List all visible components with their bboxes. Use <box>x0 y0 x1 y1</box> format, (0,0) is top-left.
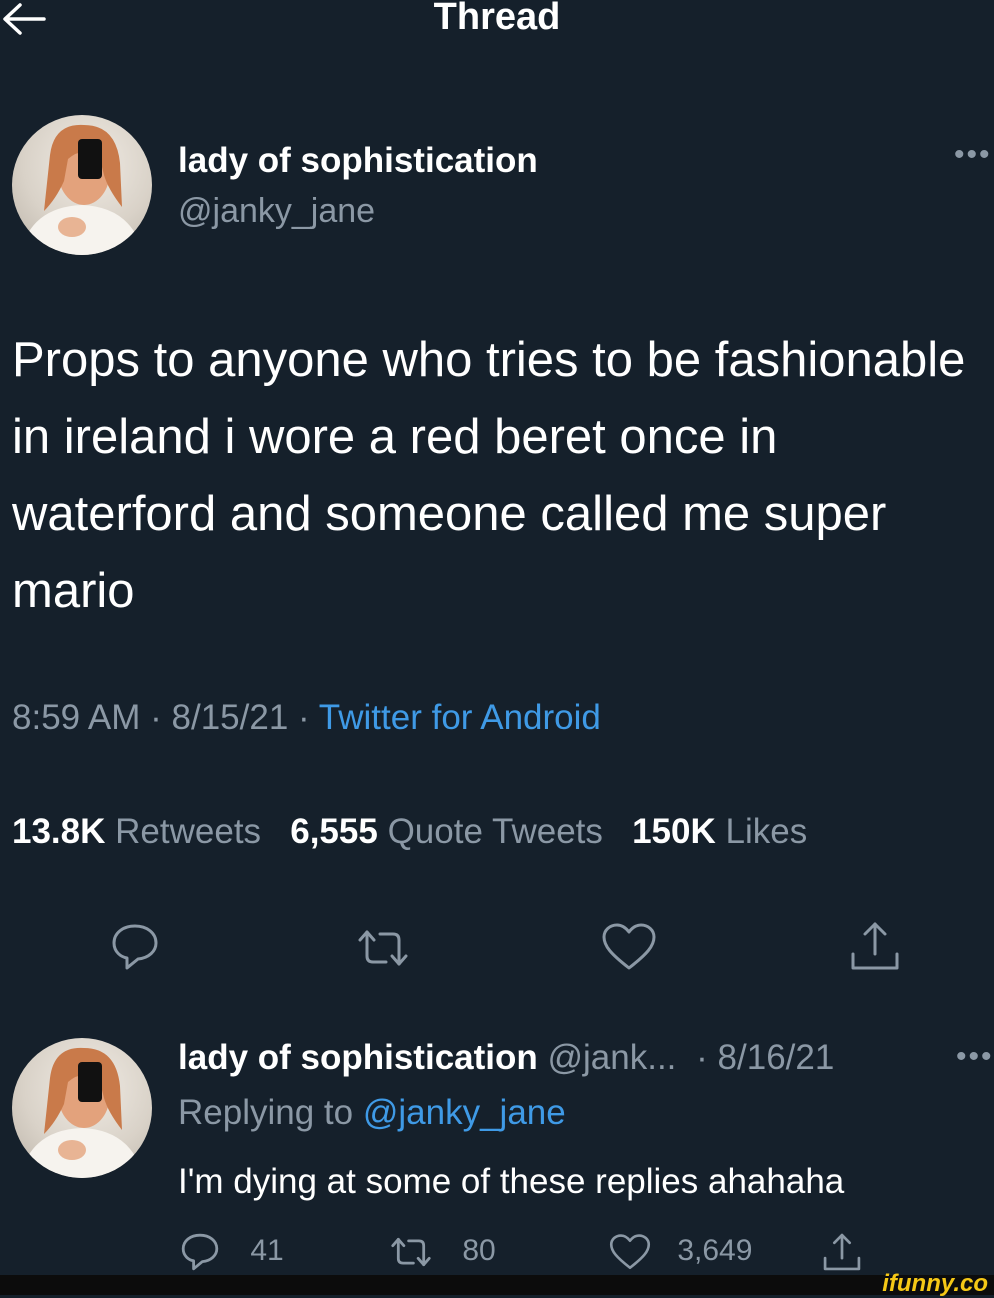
reply-icon <box>112 924 158 970</box>
separator: · <box>140 698 172 737</box>
share-icon <box>851 922 899 970</box>
author-name[interactable]: lady of sophistication <box>178 141 538 181</box>
reply-date: · 8/16/21 <box>696 1038 835 1077</box>
reply-more-options-icon[interactable]: ••• <box>956 1040 994 1074</box>
reply-text: I'm dying at some of these replies ahaha… <box>178 1162 845 1201</box>
replying-to: Replying to @janky_jane <box>178 1093 566 1133</box>
reply-replies-count: 41 <box>250 1233 284 1267</box>
retweet-icon <box>358 930 408 966</box>
heart-icon <box>609 1234 651 1270</box>
separator: · <box>288 698 319 737</box>
profile-photo-icon <box>20 1047 144 1178</box>
retweets-label: Retweets <box>115 812 262 851</box>
reply-author-name[interactable]: lady of sophistication <box>178 1038 538 1077</box>
likes-stat[interactable]: 150K Likes <box>632 812 807 851</box>
reply-like-button[interactable]: 3,649 <box>609 1232 752 1272</box>
likes-label: Likes <box>725 812 808 851</box>
reply-author-handle[interactable]: @jank... <box>548 1038 677 1077</box>
author-handle[interactable]: @janky_jane <box>178 192 375 231</box>
reply-avatar[interactable] <box>12 1038 152 1178</box>
retweets-count: 13.8K <box>12 812 106 851</box>
retweet-button[interactable] <box>354 926 412 970</box>
like-button[interactable] <box>601 922 657 972</box>
tweet-date: 8/15/21 <box>171 698 289 737</box>
more-options-icon[interactable]: ••• <box>954 138 992 172</box>
quotes-stat[interactable]: 6,555 Quote Tweets <box>290 812 603 851</box>
retweet-icon <box>391 1238 431 1267</box>
replying-to-handle[interactable]: @janky_jane <box>363 1093 566 1132</box>
reply-button[interactable] <box>110 922 160 972</box>
ifunny-watermark: ifunny.co <box>882 1270 988 1297</box>
page-title: Thread <box>433 0 561 38</box>
quotes-count: 6,555 <box>290 812 378 851</box>
tweet-source-link[interactable]: Twitter for Android <box>319 698 601 737</box>
share-icon <box>823 1233 861 1271</box>
reply-retweet-button[interactable]: 80 <box>388 1234 496 1270</box>
retweets-stat[interactable]: 13.8K Retweets <box>12 812 261 851</box>
replying-to-label: Replying to <box>178 1093 354 1132</box>
reply-retweets-count: 80 <box>462 1234 496 1267</box>
share-button[interactable] <box>849 920 901 972</box>
reply-header: lady of sophistication @jank... · 8/16/2… <box>178 1038 834 1078</box>
likes-count: 150K <box>632 812 716 851</box>
reply-reply-button[interactable]: 41 <box>180 1232 284 1272</box>
tweet-meta: 8:59 AM · 8/15/21 · Twitter for Android <box>12 698 601 738</box>
reply-likes-count: 3,649 <box>677 1233 753 1267</box>
reply-share-button[interactable] <box>822 1232 862 1272</box>
avatar[interactable] <box>12 115 152 255</box>
heart-icon <box>602 923 656 970</box>
tweet-time: 8:59 AM <box>12 698 141 737</box>
tweet-stats: 13.8K Retweets 6,555 Quote Tweets 150K L… <box>12 812 807 852</box>
reply-icon <box>181 1233 219 1271</box>
profile-photo-icon <box>20 124 144 255</box>
quotes-label: Quote Tweets <box>387 812 603 851</box>
tweet-text: Props to anyone who tries to be fashiona… <box>12 333 966 618</box>
watermark-bar <box>0 1275 994 1295</box>
